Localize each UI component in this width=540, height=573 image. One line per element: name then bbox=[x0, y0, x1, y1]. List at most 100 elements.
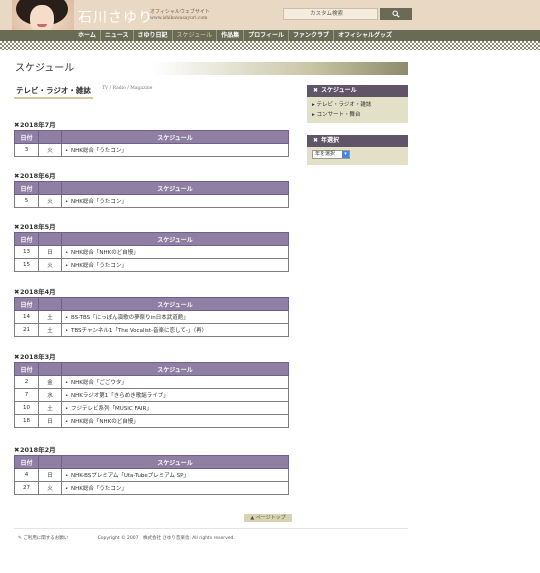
table-row: 5 火 • NHK総合「うたコン」 bbox=[14, 194, 289, 208]
cell-weekday: 日 bbox=[38, 468, 62, 482]
footer-copyright: Copyright © 2007 株式会社 さゆり音楽舎. All rights… bbox=[97, 536, 235, 541]
cell-schedule: • NHK-BSプレミアム「Uta-Tubeプレミアム SP」 bbox=[61, 468, 289, 482]
cell-weekday: 土 bbox=[38, 323, 62, 337]
cell-schedule: • NHK総合「NHKのど自慢」 bbox=[61, 245, 289, 259]
column-header-day bbox=[38, 362, 62, 376]
table-header-row: 日付 スケジュール bbox=[14, 455, 289, 469]
brand-url: www.ishikawasayuri.com bbox=[150, 16, 208, 21]
column-header-schedule: スケジュール bbox=[61, 181, 289, 195]
nav-item-1[interactable]: ニュース bbox=[99, 30, 133, 41]
column-header-date: 日付 bbox=[14, 130, 39, 144]
decorative-checker-strip bbox=[0, 41, 540, 50]
month-title: ✖2018年4月 bbox=[14, 288, 56, 296]
page-title: スケジュール bbox=[14, 62, 408, 75]
sidebar-year-box: ✖ 年選択 年を選択 ▾ bbox=[307, 135, 408, 165]
cell-date: 18 bbox=[14, 414, 39, 428]
search-button[interactable] bbox=[380, 8, 412, 20]
nav-item-3[interactable]: スケジュール bbox=[171, 30, 217, 41]
cell-date: 3 bbox=[14, 143, 39, 157]
column-header-day bbox=[38, 455, 62, 469]
nav-item-7[interactable]: オフィシャルグッズ bbox=[333, 30, 396, 41]
footer: ✎ ご利用に関するお願い Copyright © 2007 株式会社 さゆり音楽… bbox=[18, 535, 249, 541]
cell-weekday: 日 bbox=[38, 414, 62, 428]
cell-date: 14 bbox=[14, 310, 39, 324]
brand-subtitle: オフィシャルウェブサイト bbox=[150, 9, 210, 15]
brand-logo[interactable]: 石川さゆり bbox=[78, 7, 153, 27]
sidebar-link-concert[interactable]: ▸ コンサート・舞台 bbox=[312, 110, 403, 120]
cell-date: 10 bbox=[14, 401, 39, 415]
cell-date: 27 bbox=[14, 481, 39, 495]
column-header-day bbox=[38, 181, 62, 195]
month-section: ✖2018年6月 日付 スケジュール 5 火 • NHK総合「うたコン」 bbox=[14, 172, 289, 208]
column-header-day bbox=[38, 297, 62, 311]
main-nav: ホーム ニュース さゆり日記 スケジュール 作品集 プロフィール ファンクラブ オフィシャルグ… bbox=[0, 30, 540, 41]
cell-schedule: • NHK総合「ごごウタ」 bbox=[61, 375, 289, 389]
nav-item-4[interactable]: 作品集 bbox=[216, 30, 243, 41]
cell-schedule: • NHKラジオ第1「きらめき歌謡ライブ」 bbox=[61, 388, 289, 402]
cell-date: 2 bbox=[14, 375, 39, 389]
month-title: ✖2018年2月 bbox=[14, 446, 56, 454]
cell-weekday: 金 bbox=[38, 375, 62, 389]
month-title: ✖2018年7月 bbox=[14, 121, 56, 129]
table-header-row: 日付 スケジュール bbox=[14, 130, 289, 144]
footer-contact-link[interactable]: ✎ ご利用に関するお願い bbox=[18, 536, 82, 541]
cell-weekday: 日 bbox=[38, 245, 62, 259]
search-input[interactable]: カスタム検索 bbox=[283, 8, 378, 20]
schedule-table: 日付 スケジュール 13 日 • NHK総合「NHKのど自慢」 15 火 • NHK総合「うたコン… bbox=[14, 232, 289, 272]
table-row: 15 火 • NHK総合「うたコン」 bbox=[14, 258, 289, 272]
cell-schedule: • NHK総合「NHKのど自慢」 bbox=[61, 414, 289, 428]
sidebar-link-tv[interactable]: ▸ テレビ・ラジオ・雑誌 bbox=[312, 100, 403, 110]
cell-schedule: • NHK総合「うたコン」 bbox=[61, 194, 289, 208]
table-header-row: 日付 スケジュール bbox=[14, 232, 289, 246]
cell-schedule: • フジテレビ系列「MUSIC FAIR」 bbox=[61, 401, 289, 415]
select-arrow-icon: ▾ bbox=[342, 151, 349, 158]
table-header-row: 日付 スケジュール bbox=[14, 297, 289, 311]
month-title: ✖2018年3月 bbox=[14, 353, 56, 361]
schedule-table: 日付 スケジュール 2 金 • NHK総合「ごごウタ」 7 水 • NHKラジオ第1「きらめき歌謡… bbox=[14, 362, 289, 428]
table-row: 7 水 • NHKラジオ第1「きらめき歌謡ライブ」 bbox=[14, 388, 289, 402]
nav-item-5[interactable]: プロフィール bbox=[243, 30, 288, 41]
page-top-button[interactable]: ▲ ページトップ bbox=[244, 514, 292, 522]
cell-weekday: 火 bbox=[38, 481, 62, 495]
x-bullet-icon: ✖ bbox=[313, 87, 319, 94]
column-header-schedule: スケジュール bbox=[61, 297, 289, 311]
cell-weekday: 火 bbox=[38, 194, 62, 208]
schedule-table: 日付 スケジュール 3 火 • NHK総合「うたコン」 bbox=[14, 130, 289, 157]
schedule-table: 日付 スケジュール 5 火 • NHK総合「うたコン」 bbox=[14, 181, 289, 208]
column-header-schedule: スケジュール bbox=[61, 362, 289, 376]
sidebar-schedule-box: ✖ スケジュール ▸ テレビ・ラジオ・雑誌 ▸ コンサート・舞台 bbox=[307, 85, 408, 123]
site-header: 石川さゆり オフィシャルウェブサイト www.ishikawasayuri.co… bbox=[0, 0, 540, 42]
month-section: ✖2018年2月 日付 スケジュール 4 日 • NHK-BSプレミアム「Uta-Tubeプ… bbox=[14, 446, 289, 495]
table-row: 14 土 • BS-TBS「にっぽん演歌の夢祭りin日本武道館」 bbox=[14, 310, 289, 324]
column-header-date: 日付 bbox=[14, 232, 39, 246]
table-row: 4 日 • NHK-BSプレミアム「Uta-Tubeプレミアム SP」 bbox=[14, 468, 289, 482]
cell-weekday: 水 bbox=[38, 388, 62, 402]
cell-weekday: 火 bbox=[38, 258, 62, 272]
nav-item-2[interactable]: さゆり日記 bbox=[132, 30, 172, 41]
column-header-schedule: スケジュール bbox=[61, 232, 289, 246]
table-row: 13 日 • NHK総合「NHKのど自慢」 bbox=[14, 245, 289, 259]
cell-schedule: • BS-TBS「にっぽん演歌の夢祭りin日本武道館」 bbox=[61, 310, 289, 324]
category-title-en: TV / Radio / Magazine bbox=[102, 86, 153, 91]
cell-date: 13 bbox=[14, 245, 39, 259]
cell-date: 21 bbox=[14, 323, 39, 337]
category-title: テレビ・ラジオ・雑誌 bbox=[14, 84, 93, 99]
cell-date: 5 bbox=[14, 194, 39, 208]
table-row: 3 火 • NHK総合「うたコン」 bbox=[14, 143, 289, 157]
column-header-date: 日付 bbox=[14, 181, 39, 195]
month-section: ✖2018年5月 日付 スケジュール 13 日 • NHK総合「NHKのど自慢」 15 火 • NH… bbox=[14, 223, 289, 272]
nav-item-0[interactable]: ホーム bbox=[78, 30, 100, 41]
x-bullet-icon: ✖ bbox=[313, 137, 319, 144]
cell-weekday: 土 bbox=[38, 401, 62, 415]
sidebar-schedule-head: ✖ スケジュール bbox=[307, 85, 408, 97]
nav-item-6[interactable]: ファンクラブ bbox=[288, 30, 333, 41]
column-header-date: 日付 bbox=[14, 455, 39, 469]
column-header-date: 日付 bbox=[14, 362, 39, 376]
cell-schedule: • NHK総合「うたコン」 bbox=[61, 143, 289, 157]
year-select[interactable]: 年を選択 ▾ bbox=[312, 150, 350, 159]
column-header-schedule: スケジュール bbox=[61, 130, 289, 144]
cell-schedule: • TBSチャンネル1「The Vocalist-音楽に恋して-」（再） bbox=[61, 323, 289, 337]
month-section: ✖2018年3月 日付 スケジュール 2 金 • NHK総合「ごごウタ」 7 水 • NHKラジオ第… bbox=[14, 353, 289, 428]
table-row: 18 日 • NHK総合「NHKのど自慢」 bbox=[14, 414, 289, 428]
table-header-row: 日付 スケジュール bbox=[14, 362, 289, 376]
